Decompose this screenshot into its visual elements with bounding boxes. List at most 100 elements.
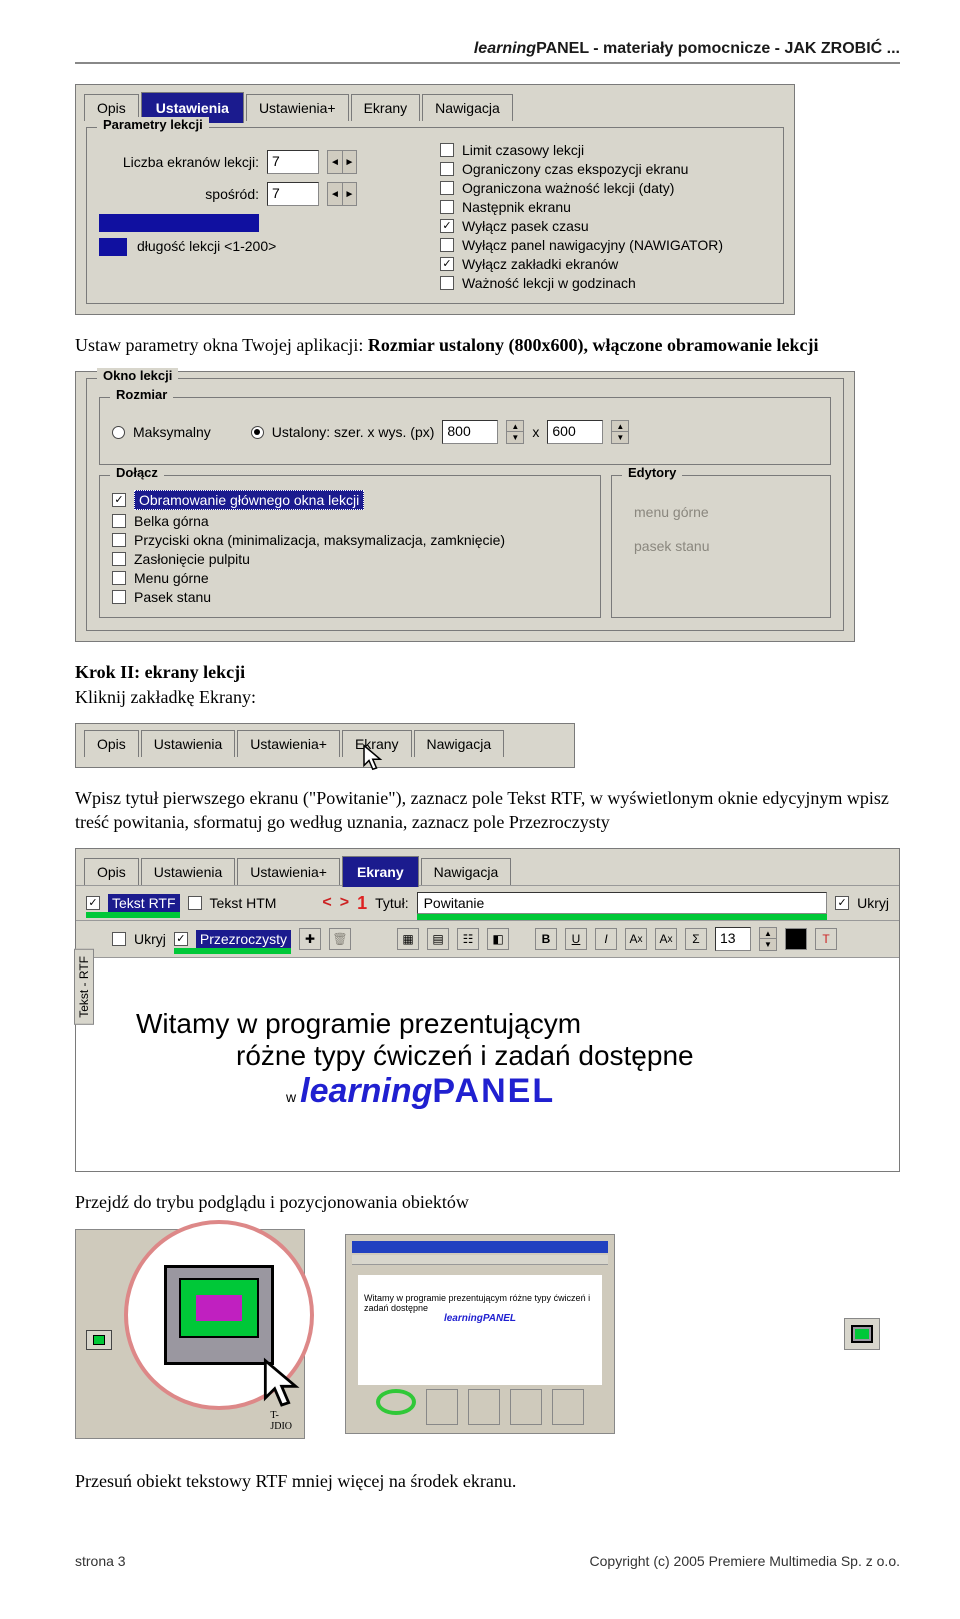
screenshot-ustawienia-panel: Opis Ustawienia Ustawienia+ Ekrany Nawig…: [75, 84, 795, 315]
spinner-sposrod[interactable]: ◄►: [327, 182, 357, 206]
tool-icon-3[interactable]: ☷: [457, 928, 479, 950]
trash-icon[interactable]: 🗑: [329, 928, 351, 950]
label-maksymalny: Maksymalny: [133, 424, 211, 440]
highlight-circle: [376, 1389, 416, 1415]
group-okno-lekcji: Okno lekcji Rozmiar Maksymalny Ustalony:…: [86, 378, 844, 631]
subscript-button[interactable]: Ax: [655, 928, 677, 950]
radio-ustalony[interactable]: [251, 426, 264, 439]
checkbox-option[interactable]: Pasek stanu: [112, 589, 588, 605]
checkbox-option[interactable]: Przyciski okna (minimalizacja, maksymali…: [112, 532, 588, 548]
spinner-font-size[interactable]: ▲▼: [759, 927, 777, 951]
tab2-ustawienia-plus[interactable]: Ustawienia+: [237, 730, 340, 757]
sidetab-tekst-rtf[interactable]: Tekst - RTF: [74, 949, 94, 1025]
underline-button[interactable]: U: [565, 928, 587, 950]
tab-bar-3: Opis Ustawienia Ustawienia+ Ekrany Nawig…: [76, 849, 899, 885]
paragraph-przejdz-podglad: Przejdź do trybu podglądu i pozycjonowan…: [75, 1190, 900, 1214]
checkbox-ukryj-rtf[interactable]: Ukryj: [112, 931, 166, 947]
sigma-button[interactable]: Σ: [685, 928, 707, 950]
spinner-wys[interactable]: ▲▼: [611, 420, 629, 444]
input-tytul[interactable]: Powitanie: [417, 892, 828, 914]
radio-maksymalny[interactable]: [112, 426, 125, 439]
checkbox-option[interactable]: ✓Wyłącz pasek czasu: [440, 218, 771, 234]
tab2-ustawienia[interactable]: Ustawienia: [141, 730, 235, 757]
page-number: strona 3: [75, 1553, 126, 1569]
checkbox-option[interactable]: Ograniczona ważność lekcji (daty): [440, 180, 771, 196]
screen-number: 1: [357, 893, 367, 914]
tool-icon-2[interactable]: ▤: [427, 928, 449, 950]
text-tool-icon[interactable]: T: [815, 928, 837, 950]
group-dolacz: Dołącz ✓Obramowanie głównego okna lekcji…: [99, 475, 601, 618]
tab-ekrany[interactable]: Ekrany: [351, 94, 421, 121]
tool-icon-1[interactable]: ▦: [397, 928, 419, 950]
tab3-nawigacja[interactable]: Nawigacja: [421, 858, 512, 885]
color-swatch: [99, 238, 127, 256]
tab2-nawigacja[interactable]: Nawigacja: [414, 730, 505, 757]
group-parametry-lekcji: Parametry lekcji Liczba ekranów lekcji: …: [86, 127, 784, 304]
checkbox-tekst-htm[interactable]: Tekst HTM: [188, 895, 277, 911]
screenshot-okno-lekcji: Okno lekcji Rozmiar Maksymalny Ustalony:…: [75, 371, 855, 642]
input-font-size[interactable]: 13: [715, 927, 751, 951]
link-pasek-stanu: pasek stanu: [624, 534, 818, 568]
preview-mode-button[interactable]: [844, 1318, 880, 1350]
tab2-opis[interactable]: Opis: [84, 730, 139, 757]
group-edytory: Edytory menu górne pasek stanu: [611, 475, 831, 618]
progress-bar: [99, 214, 259, 232]
copyright: Copyright (c) 2005 Premiere Multimedia S…: [590, 1553, 900, 1569]
checkbox-option[interactable]: Następnik ekranu: [440, 199, 771, 215]
checkbox-option[interactable]: Ważność lekcji w godzinach: [440, 275, 771, 291]
checkbox-option[interactable]: Zasłonięcie pulpitu: [112, 551, 588, 567]
rtf-line-2: różne typy ćwiczeń i zadań dostępne: [236, 1040, 839, 1072]
hint-dlugosc-lekcji: długość lekcji <1-200>: [99, 238, 430, 256]
tab-nawigacja[interactable]: Nawigacja: [422, 94, 513, 121]
tab3-ustawienia-plus[interactable]: Ustawienia+: [237, 858, 340, 885]
superscript-button[interactable]: Ax: [625, 928, 647, 950]
bold-button[interactable]: B: [535, 928, 557, 950]
input-liczba-ekranow[interactable]: 7: [267, 150, 319, 174]
zoom-circle: [124, 1220, 314, 1410]
tab3-ustawienia[interactable]: Ustawienia: [141, 858, 235, 885]
checkbox-option[interactable]: Belka górna: [112, 513, 588, 529]
monitor-icon: [164, 1265, 274, 1365]
checkbox-ukryj-top[interactable]: ✓Ukryj: [835, 895, 889, 911]
tab-ustawienia-plus[interactable]: Ustawienia+: [246, 94, 349, 121]
italic-button[interactable]: I: [595, 928, 617, 950]
tab-bar-2: Opis Ustawienia Ustawienia+ Ekrany Nawig…: [76, 724, 574, 757]
paragraph-ustaw-parametry: Ustaw parametry okna Twojej aplikacji: R…: [75, 333, 900, 357]
nav-next[interactable]: >: [340, 894, 349, 912]
checkbox-option[interactable]: Ograniczony czas ekspozycji ekranu: [440, 161, 771, 177]
color-picker[interactable]: [785, 928, 807, 950]
input-wys[interactable]: 600: [547, 420, 603, 444]
cursor-icon: [256, 1356, 312, 1412]
checkbox-option[interactable]: Limit czasowy lekcji: [440, 142, 771, 158]
tab2-ekrany[interactable]: Ekrany: [342, 730, 412, 757]
rtf-line-1: Witamy w programie prezentującym: [136, 1008, 839, 1040]
spinner-liczba-ekranow[interactable]: ◄►: [327, 150, 357, 174]
add-icon[interactable]: ✚: [299, 928, 321, 950]
mini-monitor-button[interactable]: [86, 1330, 112, 1350]
checkbox-option[interactable]: ✓Wyłącz zakładki ekranów: [440, 256, 771, 272]
tab3-opis[interactable]: Opis: [84, 858, 139, 885]
checkbox-option[interactable]: Menu górne: [112, 570, 588, 586]
thumbnail-app-preview: Witamy w programie prezentującym różne t…: [345, 1234, 615, 1434]
group-rozmiar: Rozmiar Maksymalny Ustalony: szer. x wys…: [99, 397, 831, 465]
label-liczba-ekranow: Liczba ekranów lekcji:: [99, 154, 259, 170]
nav-prev[interactable]: <: [322, 894, 331, 912]
checkbox-przezroczysty[interactable]: ✓Przezroczysty: [174, 930, 291, 948]
rtf-line-3: wlearningPANEL: [286, 1072, 839, 1111]
thumbnail-row: T-JDIO Witamy w programie prezentującym …: [75, 1229, 900, 1439]
rtf-canvas[interactable]: Witamy w programie prezentującym różne t…: [76, 957, 899, 1171]
label-tytul: Tytuł:: [375, 895, 408, 911]
page-footer: strona 3 Copyright (c) 2005 Premiere Mul…: [75, 1553, 900, 1569]
paragraph-przesun-obiekt: Przesuń obiekt tekstowy RTF mniej więcej…: [75, 1469, 900, 1493]
checkbox-option[interactable]: Wyłącz panel nawigacyjny (NAWIGATOR): [440, 237, 771, 253]
tool-icon-4[interactable]: ◧: [487, 928, 509, 950]
input-sposrod[interactable]: 7: [267, 182, 319, 206]
tab3-ekrany[interactable]: Ekrany: [342, 856, 419, 887]
input-szer[interactable]: 800: [442, 420, 498, 444]
spinner-szer[interactable]: ▲▼: [506, 420, 524, 444]
label-sposrod: spośród:: [99, 186, 259, 202]
checkbox-tekst-rtf[interactable]: ✓Tekst RTF: [86, 894, 180, 912]
checkbox-option[interactable]: ✓Obramowanie głównego okna lekcji: [112, 490, 588, 510]
link-menu-gorne: menu górne: [624, 490, 818, 534]
heading-krok2: Krok II: ekrany lekcji Kliknij zakładkę …: [75, 660, 900, 709]
